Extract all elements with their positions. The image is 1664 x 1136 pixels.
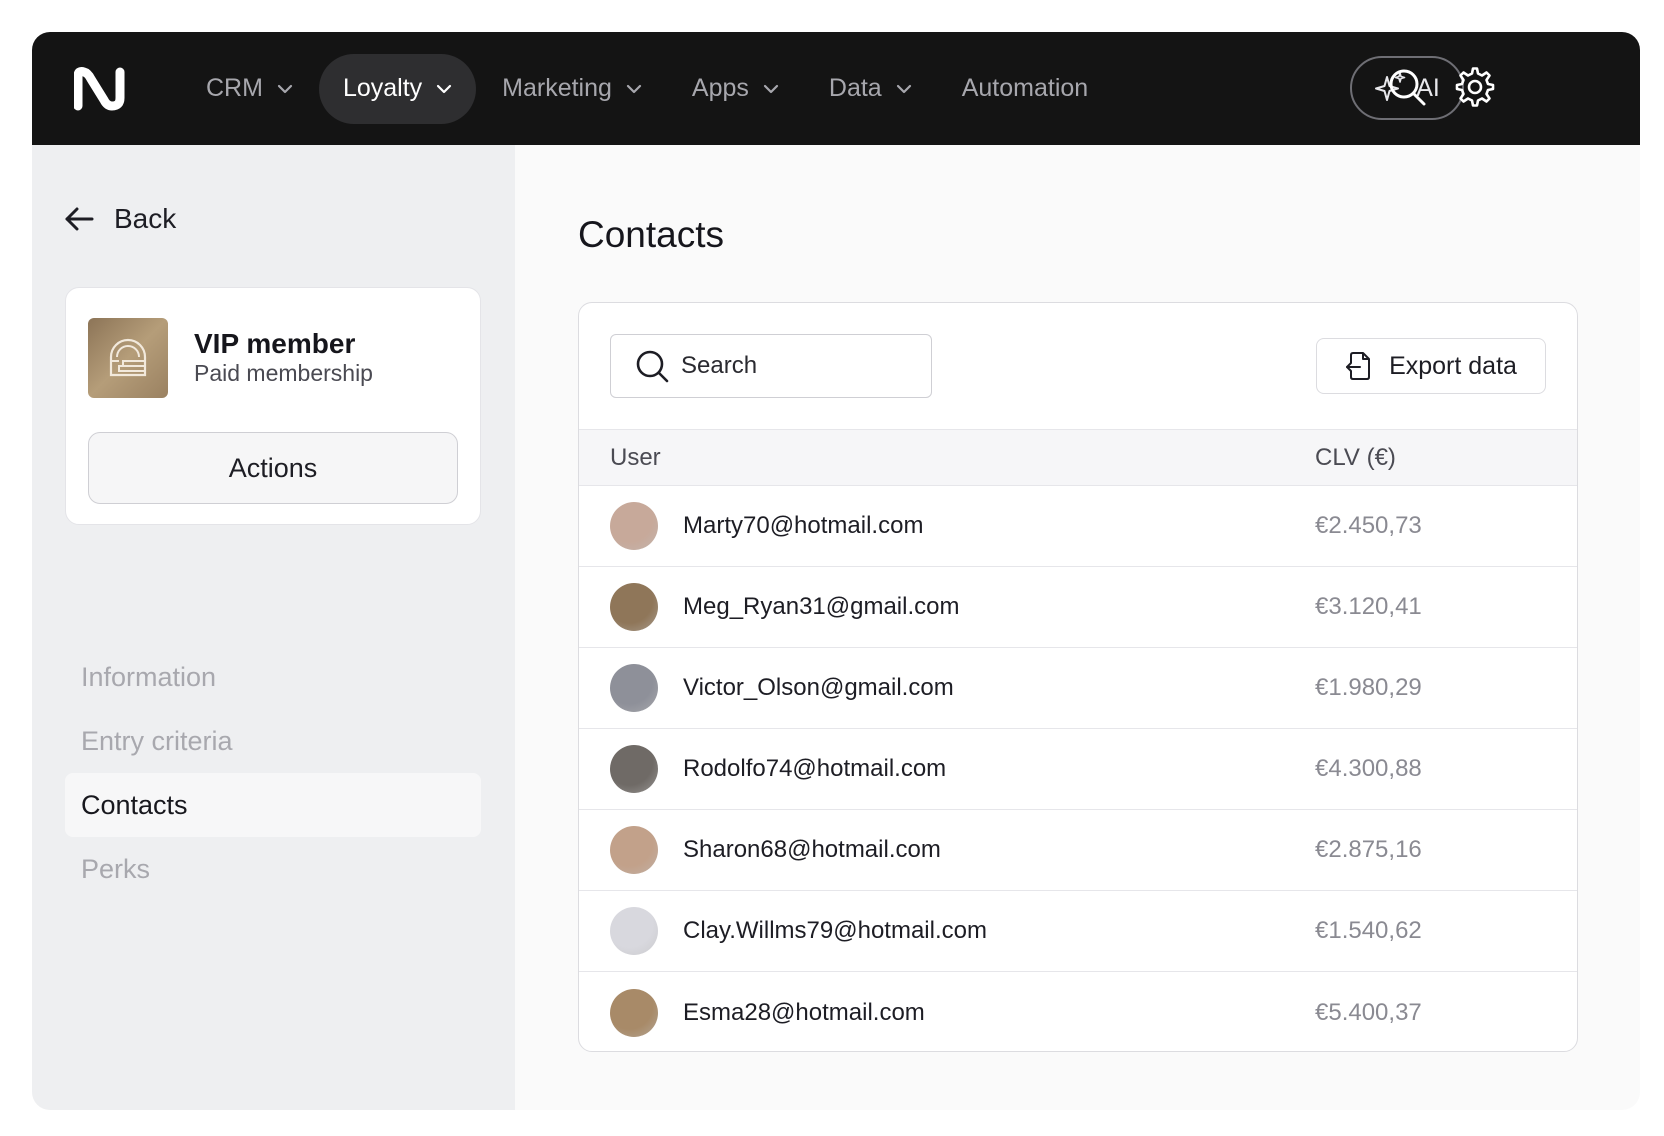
search-icon — [636, 350, 669, 383]
table-row[interactable]: Marty70@hotmail.com €2.450,73 — [579, 486, 1577, 567]
avatar — [610, 583, 658, 631]
brand-logo-icon[interactable] — [74, 66, 126, 112]
export-file-icon — [1346, 352, 1371, 380]
column-header-user[interactable]: User — [610, 444, 661, 472]
chevron-down-icon — [896, 84, 911, 93]
contact-email: Clay.Willms79@hotmail.com — [683, 917, 987, 944]
membership-title: VIP member — [194, 328, 356, 359]
table-header: User CLV (€) — [579, 429, 1577, 486]
table-row[interactable]: Meg_Ryan31@gmail.com €3.120,41 — [579, 567, 1577, 648]
export-label: Export data — [1389, 351, 1517, 380]
contact-clv: €3.120,41 — [1315, 593, 1422, 620]
chevron-down-icon — [437, 84, 452, 93]
nav-item-label: Apps — [691, 74, 749, 102]
nav-item-label: Data — [828, 74, 882, 102]
nav-item-loyalty[interactable]: Loyalty — [318, 53, 477, 124]
sidebar: Back VIP member Paid membership Actions … — [32, 145, 515, 1110]
export-data-button[interactable]: Export data — [1316, 338, 1546, 394]
contact-email: Rodolfo74@hotmail.com — [683, 755, 947, 782]
chevron-down-icon — [277, 84, 293, 93]
avatar — [610, 988, 658, 1037]
contact-email: Marty70@hotmail.com — [683, 512, 924, 539]
contact-email: Esma28@hotmail.com — [683, 998, 925, 1026]
app-window: CRM Loyalty Marketing Apps Data Automation AI… — [32, 32, 1640, 1110]
avatar — [610, 745, 658, 793]
nav-item-automation[interactable]: Automation — [938, 54, 1112, 124]
nav-item-label: Automation — [961, 74, 1089, 102]
table-body: Marty70@hotmail.com €2.450,73 Meg_Ryan31@g… — [579, 486, 1577, 1051]
nav-item-label: CRM — [206, 74, 263, 102]
gear-icon[interactable] — [1454, 66, 1496, 108]
nav-item-apps[interactable]: Apps — [668, 54, 803, 124]
arrow-left-icon — [65, 207, 94, 231]
avatar — [610, 502, 658, 550]
page-title: Contacts — [578, 214, 725, 255]
search-box[interactable] — [610, 334, 932, 398]
contact-email: Sharon68@hotmail.com — [683, 836, 941, 863]
search-input[interactable] — [681, 352, 911, 380]
back-label: Back — [114, 203, 177, 234]
contact-email: Victor_Olson@gmail.com — [683, 674, 954, 701]
nav-item-marketing[interactable]: Marketing — [478, 54, 666, 124]
table-row[interactable]: Clay.Willms79@hotmail.com €1.540,62 — [579, 891, 1577, 972]
sidebar-item-information[interactable]: Information — [65, 645, 481, 709]
chevron-down-icon — [626, 84, 642, 93]
column-header-clv[interactable]: CLV (€) — [1315, 444, 1396, 472]
back-link[interactable]: Back — [64, 203, 176, 235]
contact-clv: €2.875,16 — [1315, 836, 1422, 863]
contact-clv: €4.300,88 — [1315, 755, 1422, 782]
table-row[interactable]: Esma28@hotmail.com €5.400,37 — [579, 972, 1577, 1051]
sidebar-nav: Information Entry criteria Contacts Perks — [65, 645, 481, 901]
contact-email: Meg_Ryan31@gmail.com — [683, 593, 960, 620]
contacts-table-card: Export data User CLV (€) Marty70@hotmail… — [578, 302, 1578, 1052]
sidebar-item-entry-criteria[interactable]: Entry criteria — [65, 709, 481, 773]
table-row[interactable]: Rodolfo74@hotmail.com €4.300,88 — [579, 729, 1577, 810]
contact-clv: €1.980,29 — [1315, 674, 1422, 701]
nav-item-label: Marketing — [502, 74, 612, 102]
contact-clv: €1.540,62 — [1315, 917, 1422, 944]
contact-clv: €5.400,37 — [1315, 998, 1422, 1026]
nav-item-crm[interactable]: CRM — [182, 54, 317, 124]
membership-badge-icon — [109, 338, 147, 377]
actions-button[interactable]: Actions — [88, 432, 458, 504]
table-row[interactable]: Sharon68@hotmail.com €2.875,16 — [579, 810, 1577, 891]
contact-clv: €2.450,73 — [1315, 512, 1422, 539]
top-navigation-bar: CRM Loyalty Marketing Apps Data Automation AI — [32, 32, 1640, 145]
nav-item-data[interactable]: Data — [805, 54, 936, 124]
membership-subtitle: Paid membership — [194, 360, 373, 386]
avatar — [610, 826, 658, 874]
sidebar-item-contacts[interactable]: Contacts — [65, 773, 481, 837]
membership-thumbnail — [88, 318, 168, 398]
nav-item-label: Loyalty — [342, 74, 423, 102]
avatar — [610, 907, 658, 955]
avatar — [610, 664, 658, 712]
search-icon[interactable] — [1386, 66, 1428, 108]
chevron-down-icon — [763, 84, 779, 93]
membership-card: VIP member Paid membership Actions — [65, 287, 481, 525]
main-nav: CRM Loyalty Marketing Apps Data Automation — [182, 52, 1114, 125]
sidebar-item-perks[interactable]: Perks — [65, 837, 481, 901]
table-row[interactable]: Victor_Olson@gmail.com €1.980,29 — [579, 648, 1577, 729]
